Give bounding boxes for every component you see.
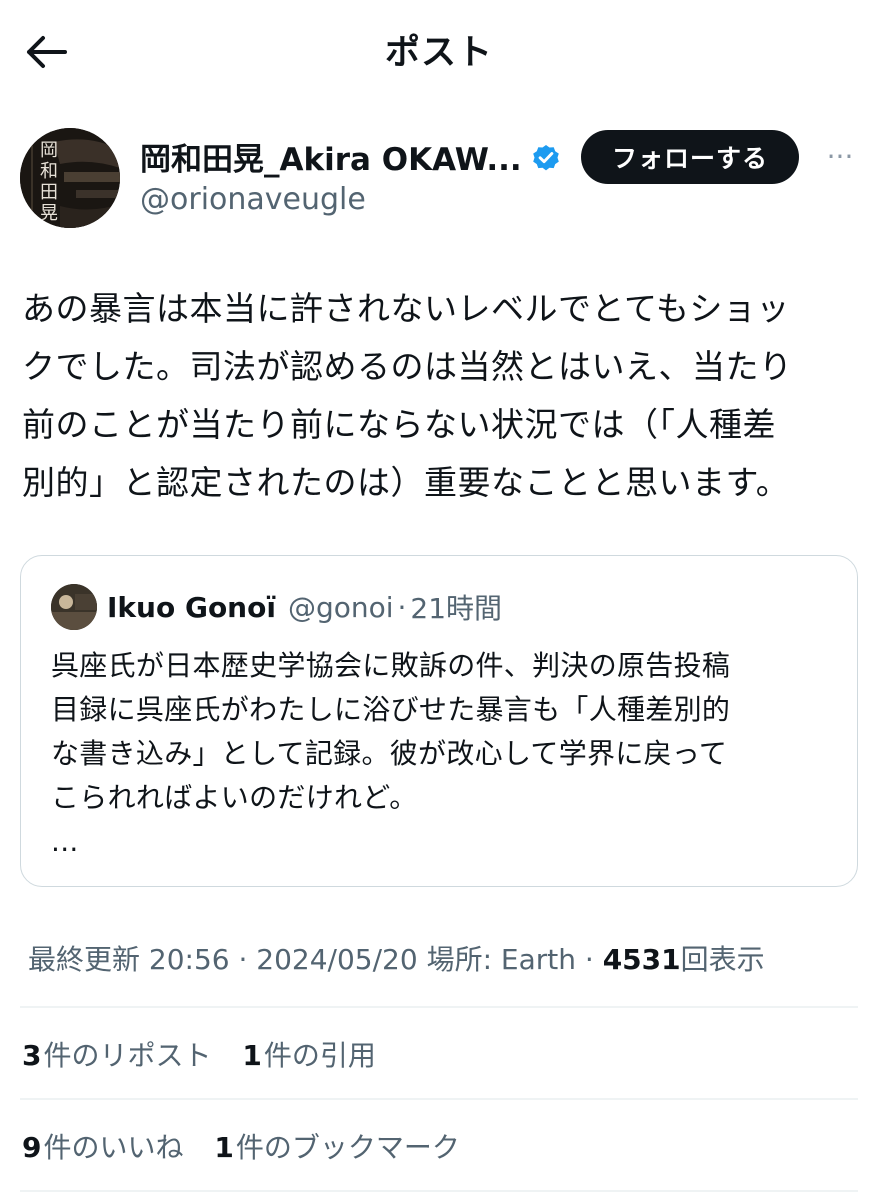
svg-text:和: 和 (40, 161, 58, 182)
page-title: ポスト (384, 33, 493, 73)
quoted-post-time: 21時間 (410, 592, 503, 625)
quoted-text-line: 呉座氏が日本歴史学協会に敗訴の件、判決の原告投稿 (51, 649, 731, 682)
post-author: 岡 和 田 晃 岡和田晃_Akira OKAW... @orionaveugle… (20, 128, 878, 228)
author-handle[interactable]: @orionaveugle (140, 182, 366, 217)
quoted-author-name: Ikuo Gonoï (107, 590, 276, 624)
more-options-icon[interactable]: ··· (818, 136, 862, 176)
view-count-label: 回表示 (680, 943, 765, 976)
bookmarks-stat[interactable]: 1件のブックマーク (214, 1131, 460, 1164)
reposts-count: 3 (22, 1039, 42, 1072)
quoted-post-header: Ikuo Gonoï @gonoi · 21時間 (51, 584, 502, 630)
quoted-text-ellipsis: ... (51, 825, 79, 858)
quoted-text-line: こられればよいのだけれど。 (51, 781, 418, 814)
quoted-post-text: 呉座氏が日本歴史学協会に敗訴の件、判決の原告投稿 目録に呉座氏がわたしに浴びせた… (51, 644, 851, 864)
quoted-post-card[interactable]: Ikuo Gonoï @gonoi · 21時間 呉座氏が日本歴史学協会に敗訴の… (20, 555, 858, 887)
post-text: あの暴言は本当に許されないレベルでとてもショッ クでした。司法が認めるのは当然と… (22, 280, 852, 512)
quotes-count: 1 (242, 1039, 262, 1072)
quotes-label: 件の引用 (263, 1039, 376, 1072)
svg-text:岡: 岡 (40, 140, 58, 161)
quoted-author-avatar (51, 584, 97, 630)
post-text-line: 別的」と認定されたのは）重要なことと思います。 (22, 463, 790, 502)
quotes-stat[interactable]: 1件の引用 (242, 1039, 376, 1072)
author-display-name[interactable]: 岡和田晃_Akira OKAW... (140, 134, 522, 179)
post-text-line: 前のことが当たり前にならない状況では（「人種差 (22, 405, 776, 444)
author-name-row: 岡和田晃_Akira OKAW... (140, 134, 562, 179)
verified-badge-icon (530, 141, 562, 173)
quoted-text-line: な書き込み」として記録。彼が改心して学界に戻って (51, 737, 728, 770)
svg-text:晃: 晃 (40, 203, 58, 224)
divider (20, 1190, 858, 1192)
reposts-label: 件のリポスト (43, 1039, 212, 1072)
quoted-text-line: 目録に呉座氏がわたしに浴びせた暴言も「人種差別的 (51, 693, 731, 726)
bookmarks-label: 件のブックマーク (235, 1131, 460, 1164)
top-bar: ポスト (0, 0, 878, 100)
quoted-author-handle: @gonoi (287, 590, 394, 624)
likes-stat[interactable]: 9件のいいね (22, 1131, 184, 1164)
likes-label: 件のいいね (43, 1131, 184, 1164)
likes-count: 9 (22, 1131, 42, 1164)
engagement-row-2: 9件のいいね 1件のブックマーク (22, 1126, 460, 1166)
post-meta: 最終更新 20:56 · 2024/05/20 場所: Earth · 4531… (28, 938, 765, 978)
svg-text:田: 田 (40, 182, 58, 203)
post-text-line: クでした。司法が認めるのは当然とはいえ、当たり (22, 347, 793, 386)
post-timestamp-location: 最終更新 20:56 · 2024/05/20 場所: Earth · (28, 943, 603, 976)
engagement-row-1: 3件のリポスト 1件の引用 (22, 1034, 376, 1074)
post-text-line: あの暴言は本当に許されないレベルでとてもショッ (22, 289, 790, 328)
separator-dot: · (397, 590, 407, 624)
view-count: 4531 (602, 943, 681, 976)
bookmarks-count: 1 (214, 1131, 234, 1164)
divider (20, 1098, 858, 1100)
follow-button[interactable]: フォローする (581, 130, 799, 184)
author-avatar[interactable]: 岡 和 田 晃 (20, 128, 120, 228)
divider (20, 1006, 858, 1008)
reposts-stat[interactable]: 3件のリポスト (22, 1039, 212, 1072)
